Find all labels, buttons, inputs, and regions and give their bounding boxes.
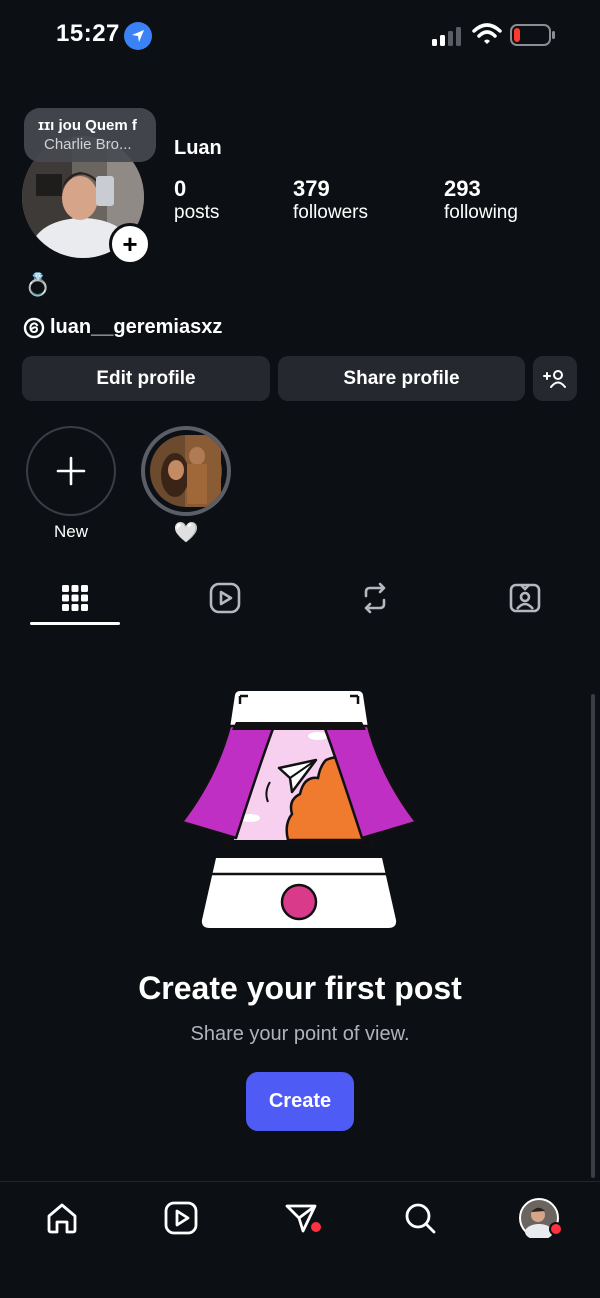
nav-home[interactable] bbox=[40, 1196, 84, 1240]
new-highlight-label: New bbox=[53, 522, 88, 541]
search-icon bbox=[405, 1203, 436, 1234]
grid-icon bbox=[62, 585, 88, 611]
nav-direct-messages[interactable] bbox=[279, 1196, 323, 1240]
bottom-nav-divider bbox=[0, 1181, 600, 1182]
plus-icon bbox=[56, 456, 86, 486]
posts-count: 0 bbox=[174, 176, 187, 201]
following-stat[interactable]: 293 following bbox=[444, 176, 518, 224]
profile-notification-dot bbox=[549, 1222, 563, 1236]
add-person-icon bbox=[543, 369, 566, 388]
following-count: 293 bbox=[444, 176, 481, 201]
share-profile-button[interactable]: Share profile bbox=[278, 356, 525, 401]
tab-tagged[interactable] bbox=[450, 576, 600, 620]
threads-handle-link[interactable]: luan__geremiasxz bbox=[50, 316, 222, 339]
home-icon bbox=[47, 1203, 77, 1234]
tagged-icon bbox=[509, 583, 541, 613]
empty-state-title: Create your first post bbox=[138, 970, 462, 1006]
reels-icon bbox=[164, 1201, 198, 1235]
tab-posts-grid[interactable] bbox=[0, 576, 150, 620]
camera-illustration bbox=[180, 691, 418, 928]
battery-low-icon bbox=[510, 24, 555, 46]
scrollbar[interactable] bbox=[591, 694, 595, 1178]
status-time: 15:27 bbox=[56, 20, 120, 47]
edit-profile-button[interactable]: Edit profile bbox=[22, 356, 270, 401]
following-label: following bbox=[444, 202, 518, 223]
nav-reels[interactable] bbox=[159, 1196, 203, 1240]
reposts-icon bbox=[364, 582, 386, 614]
nav-search[interactable] bbox=[398, 1196, 442, 1240]
followers-label: followers bbox=[293, 202, 368, 223]
tab-reposts[interactable] bbox=[300, 576, 450, 620]
story-highlight-label: 🤍 bbox=[173, 522, 199, 544]
followers-count: 379 bbox=[293, 176, 330, 201]
discover-people-button[interactable] bbox=[533, 356, 577, 401]
active-tab-indicator bbox=[30, 622, 120, 625]
profile-name: Luan bbox=[174, 137, 222, 159]
story-highlight[interactable] bbox=[141, 426, 231, 516]
empty-state-subtitle: Share your point of view. bbox=[190, 1023, 410, 1045]
followers-stat[interactable]: 379 followers bbox=[293, 176, 368, 224]
wifi-icon bbox=[472, 23, 502, 44]
ring-icon: 💍 bbox=[24, 272, 52, 297]
add-story-button[interactable]: + bbox=[109, 223, 151, 265]
threads-icon[interactable] bbox=[23, 317, 45, 339]
messages-notification-dot bbox=[309, 1220, 323, 1234]
posts-stat[interactable]: 0 posts bbox=[174, 176, 219, 224]
tab-reels[interactable] bbox=[150, 576, 300, 620]
music-note-title: ɪɪı jou Quem f bbox=[38, 117, 137, 134]
music-note-artist: Charlie Bro... bbox=[44, 136, 132, 153]
signal-icon bbox=[432, 27, 461, 46]
nav-profile[interactable] bbox=[517, 1196, 563, 1240]
create-post-button[interactable]: Create bbox=[246, 1072, 354, 1131]
location-arrow-icon bbox=[124, 22, 152, 50]
posts-label: posts bbox=[174, 202, 220, 223]
new-highlight-button[interactable] bbox=[26, 426, 116, 516]
reels-icon bbox=[209, 582, 241, 614]
